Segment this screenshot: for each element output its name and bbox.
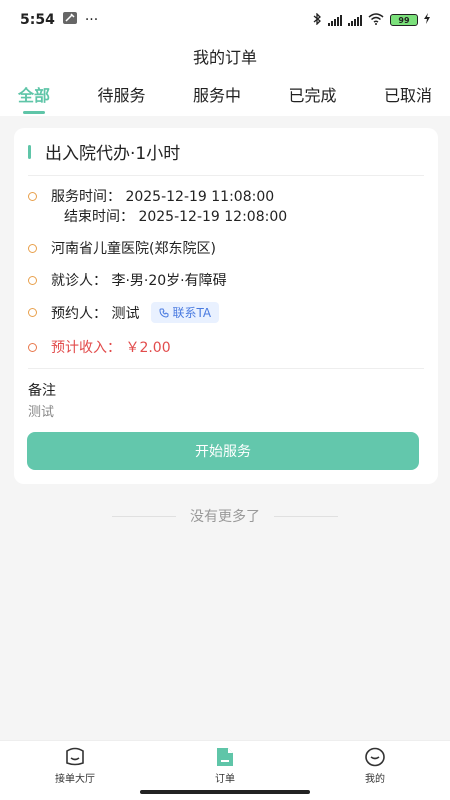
hospital-row: 河南省儿童医院(郑东院区) (28, 238, 216, 258)
circle-dot-icon (28, 243, 37, 253)
booker-row: 预约人： 测试 联系TA (28, 302, 220, 323)
signal-icon-2 (348, 14, 362, 26)
status-bar: 5:54 ··· 99 (0, 0, 450, 40)
end-time: 结束时间： 2025-12-19 12:08:00 (64, 209, 288, 225)
status-time: 5:54 (20, 12, 55, 28)
bottom-nav: 接单大厅 订单 我的 (0, 740, 450, 800)
service-time-row: 服务时间： 2025-12-19 11:08:00 (28, 186, 274, 206)
hospital-name: 河南省儿童医院(郑东院区) (51, 241, 216, 257)
order-doc-icon (217, 748, 233, 766)
profile-icon (365, 747, 385, 767)
battery-icon: 99 (390, 14, 418, 26)
circle-dot-icon (28, 275, 37, 285)
divider (28, 368, 424, 369)
page-header: 我的订单 (0, 40, 450, 72)
tab-completed[interactable]: 已完成 (288, 74, 336, 114)
income-row: 预计收入： ￥2.00 (28, 337, 171, 357)
circle-dot-icon (28, 342, 37, 352)
contact-label: 联系TA (172, 306, 212, 320)
order-tabs: 全部 待服务 服务中 已完成 已取消 (0, 72, 450, 116)
service-time: 服务时间： 2025-12-19 11:08:00 (51, 189, 275, 205)
patient-row: 就诊人： 李·男·20岁·有障碍 (28, 270, 227, 290)
nav-order-hall[interactable]: 接单大厅 (0, 741, 150, 800)
no-more-text: 没有更多了 (190, 509, 260, 525)
hall-icon (66, 747, 84, 766)
tab-all[interactable]: 全部 (18, 74, 50, 114)
remark-label: 备注 (28, 383, 56, 399)
start-service-button[interactable]: 开始服务 (27, 432, 419, 470)
nav-label-profile: 我的 (365, 774, 385, 785)
home-indicator[interactable] (140, 790, 310, 794)
tab-in-service[interactable]: 服务中 (193, 74, 241, 114)
circle-dot-icon (28, 308, 37, 317)
circle-dot-icon (28, 191, 37, 201)
booker-info: 预约人： 测试 (51, 305, 140, 322)
wifi-icon (368, 12, 384, 28)
wrench-icon (62, 12, 77, 28)
expected-income: 预计收入： ￥2.00 (51, 340, 171, 356)
more-dots: ··· (84, 12, 99, 28)
page-title: 我的订单 (192, 48, 257, 67)
tab-cancelled[interactable]: 已取消 (384, 74, 432, 114)
nav-label-orders: 订单 (215, 774, 235, 785)
nav-profile[interactable]: 我的 (300, 741, 450, 800)
remark-value: 测试 (28, 405, 55, 420)
signal-icon (328, 14, 342, 26)
end-time-row: 结束时间： 2025-12-19 12:08:00 (64, 206, 287, 226)
order-title-row: 出入院代办·1小时 (28, 128, 424, 176)
divider-line (112, 515, 176, 517)
order-card[interactable]: 出入院代办·1小时 服务时间： 2025-12-19 11:08:00 结束时间… (14, 128, 438, 484)
title-accent-bar (28, 144, 31, 159)
tab-pending[interactable]: 待服务 (97, 74, 145, 114)
bluetooth-icon (312, 11, 322, 28)
phone-icon (159, 308, 169, 318)
list-end-indicator: 没有更多了 (0, 506, 450, 526)
order-title: 出入院代办·1小时 (45, 144, 181, 164)
divider-line (274, 515, 338, 517)
patient-info: 就诊人： 李·男·20岁·有障碍 (51, 273, 227, 289)
nav-label-hall: 接单大厅 (55, 774, 95, 785)
contact-button[interactable]: 联系TA (151, 302, 220, 323)
charging-icon (424, 13, 430, 27)
